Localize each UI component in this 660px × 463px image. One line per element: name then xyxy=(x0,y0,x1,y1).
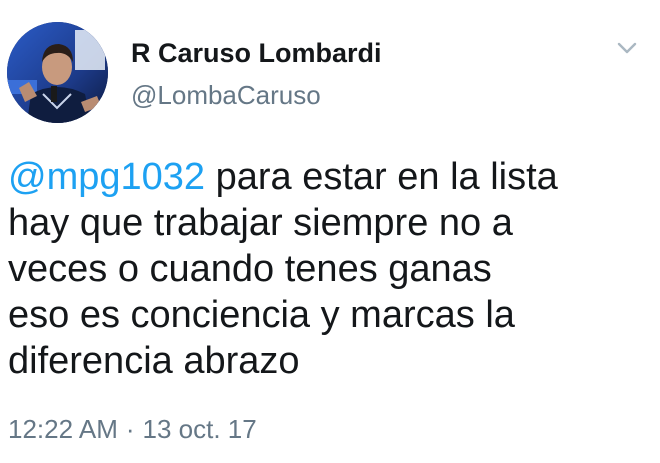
timestamp[interactable]: 12:22 AM · 13 oct. 17 xyxy=(8,414,257,445)
tweet-line-text: para estar en la lista xyxy=(205,156,558,198)
avatar[interactable] xyxy=(7,22,108,123)
profile-photo-icon xyxy=(7,22,108,123)
user-handle[interactable]: @LombaCaruso xyxy=(131,80,321,111)
timestamp-time: 12:22 AM xyxy=(8,414,118,444)
chevron-down-icon[interactable] xyxy=(614,38,640,58)
tweet-line: eso es conciencia y marcas la xyxy=(8,294,515,336)
timestamp-separator: · xyxy=(125,414,135,444)
tweet-line: hay que trabajar siempre no a xyxy=(8,202,513,244)
tweet-line: veces o cuando tenes ganas xyxy=(8,248,492,290)
timestamp-date: 13 oct. 17 xyxy=(142,414,257,444)
tweet-line: diferencia abrazo xyxy=(8,340,300,382)
tweet-line: @mpg1032 para estar en la lista xyxy=(8,154,648,200)
tweet-text: @mpg1032 para estar en la lista hay que … xyxy=(8,154,648,384)
tweet-card: R Caruso Lombardi @LombaCaruso @mpg1032 … xyxy=(0,0,660,463)
display-name[interactable]: R Caruso Lombardi xyxy=(131,38,382,69)
mention-link[interactable]: @mpg1032 xyxy=(8,156,205,198)
